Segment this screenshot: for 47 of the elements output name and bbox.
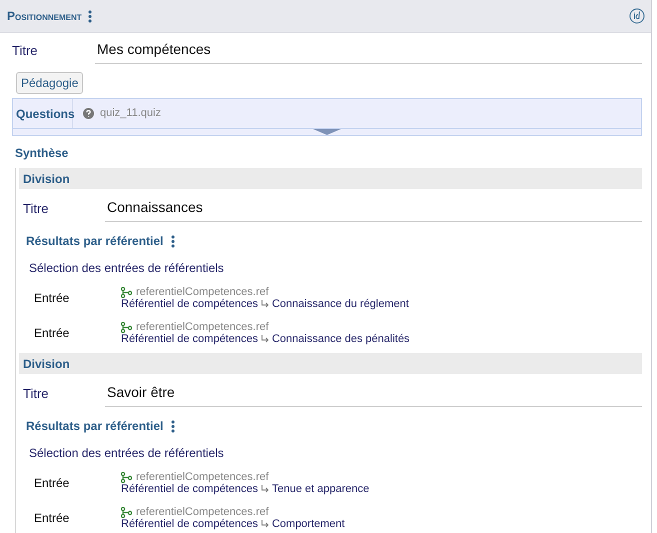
ref-file: referentielCompetences.ref [136, 471, 269, 483]
field-label: Titre [23, 201, 50, 218]
tree-icon [121, 506, 132, 518]
pedagogy-tab[interactable]: Pédagogie [16, 72, 84, 94]
ref-path: Référentiel de compétences [121, 518, 258, 530]
id-icon[interactable] [629, 8, 645, 24]
ref-item: Tenue et apparence [272, 483, 370, 495]
entry-label: Entrée [34, 476, 70, 490]
selection-label: Sélection des entrées de référentiels [29, 446, 225, 460]
child-arrow-icon [260, 520, 269, 528]
more-icon[interactable] [88, 10, 92, 22]
quiz-file: quiz_11.quiz [100, 106, 161, 121]
title-field[interactable]: Connaissances [105, 195, 642, 222]
division-header: Division [19, 168, 642, 189]
ref-item: Connaissance du réglement [272, 298, 409, 310]
title-field[interactable]: Savoir être [105, 380, 642, 407]
selection-label: Sélection des entrées de référentiels [29, 261, 225, 275]
results-heading: Résultats par référentiel [26, 419, 164, 433]
ref-item: Connaissance des pénalités [272, 333, 410, 345]
title-field[interactable]: Mes compétences [95, 37, 642, 64]
ref-item: Comportement [272, 518, 345, 530]
results-heading: Résultats par référentiel [26, 234, 164, 248]
questions-label: Questions [13, 99, 73, 128]
tree-icon [121, 322, 132, 332]
entry-label: Entrée [34, 326, 70, 340]
child-arrow-icon [260, 300, 269, 308]
more-icon[interactable] [171, 420, 176, 432]
entry-label: Entrée [34, 511, 70, 525]
ref-file: referentielCompetences.ref [136, 286, 269, 298]
child-arrow-icon [260, 485, 269, 493]
entry-label: Entrée [34, 291, 70, 305]
child-arrow-icon [260, 335, 269, 343]
ref-path: Référentiel de compétences [121, 483, 258, 495]
panel-title: Positionnement [7, 9, 82, 23]
ref-path: Référentiel de compétences [121, 298, 258, 310]
tree-icon [121, 286, 132, 298]
collapse-icon[interactable] [313, 129, 341, 135]
ref-path: Référentiel de compétences [121, 333, 258, 345]
help-icon [83, 108, 94, 119]
ref-file: referentielCompetences.ref [136, 321, 269, 333]
more-icon[interactable] [171, 234, 176, 248]
field-label: Titre [23, 386, 50, 403]
ref-file: referentielCompetences.ref [136, 506, 269, 518]
field-label: Titre [12, 43, 39, 60]
tree-icon [121, 472, 132, 482]
division-header: Division [19, 353, 642, 374]
section-heading: Synthèse [15, 146, 68, 160]
